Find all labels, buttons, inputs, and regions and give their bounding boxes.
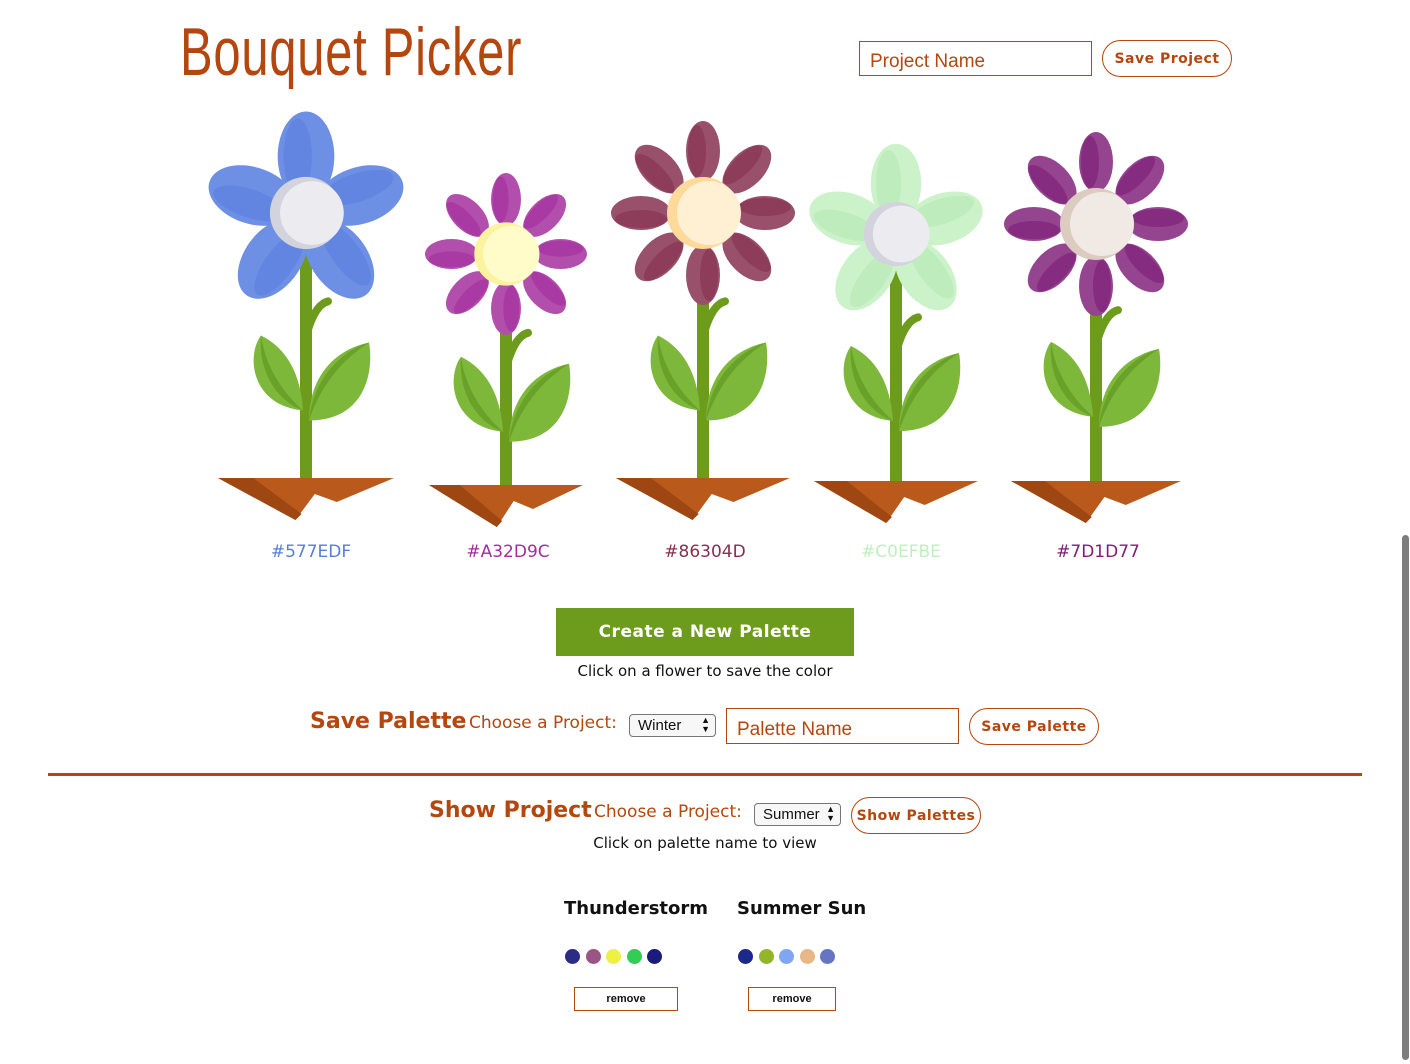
save-project-button[interactable]: Save Project [1102,40,1232,77]
app-title: Bouquet Picker [180,14,523,90]
flower-click-target-5[interactable] [1006,120,1186,525]
flower-hex-label: #C0EFBE [861,542,941,562]
select-arrows-icon: ▲ ▼ [826,804,835,823]
show-palettes-button[interactable]: Show Palettes [851,797,981,834]
scrollbar-thumb[interactable] [1402,535,1409,1060]
choose-project-label: Choose a Project: [594,802,742,822]
show-project-select-value: Summer [763,806,820,823]
flower-hex-label: #A32D9C [466,542,550,562]
palette-swatch [647,949,662,964]
save-palette-heading: Save Palette [310,709,467,734]
palette-swatch [820,949,835,964]
create-palette-button[interactable]: Create a New Palette [556,608,854,656]
show-project-select[interactable]: Summer ▲ ▼ [754,803,841,826]
save-palette-button[interactable]: Save Palette [969,708,1099,745]
save-project-select[interactable]: Winter ▲ ▼ [629,714,716,737]
section-divider [48,773,1362,776]
palette-name[interactable]: Summer Sun [737,898,866,919]
remove-palette-button[interactable]: remove [574,987,678,1011]
palette-swatch [585,949,601,964]
palette-name-input[interactable] [726,708,959,744]
palette-swatch [758,949,774,964]
select-arrows-icon: ▲ ▼ [701,715,710,734]
flower-hex-label: #7D1D77 [1056,542,1140,562]
palette-swatch [606,949,621,964]
flower-hex-label: #86304D [664,542,746,562]
palette-swatch [799,949,815,964]
show-project-heading: Show Project [429,798,592,823]
scrollbar[interactable] [1402,0,1410,1064]
palette-name[interactable]: Thunderstorm [564,898,708,919]
remove-palette-button[interactable]: remove [748,987,836,1011]
flower-hint-text: Click on a flower to save the color [577,662,833,680]
project-name-input[interactable] [859,41,1092,76]
flower-click-target-4[interactable] [806,120,986,525]
palette-swatch [738,949,753,964]
palette-hint-text: Click on palette name to view [593,834,817,852]
palette-swatch [779,949,794,964]
flower-click-target-2[interactable] [416,120,596,525]
save-project-select-value: Winter [638,717,682,734]
choose-project-label: Choose a Project: [469,713,617,733]
flower-hex-label: #577EDF [270,542,352,562]
flower-click-target-3[interactable] [613,120,793,525]
flower-click-target-1[interactable] [216,120,396,525]
palette-swatch [565,949,580,964]
palette-swatch [626,949,642,964]
